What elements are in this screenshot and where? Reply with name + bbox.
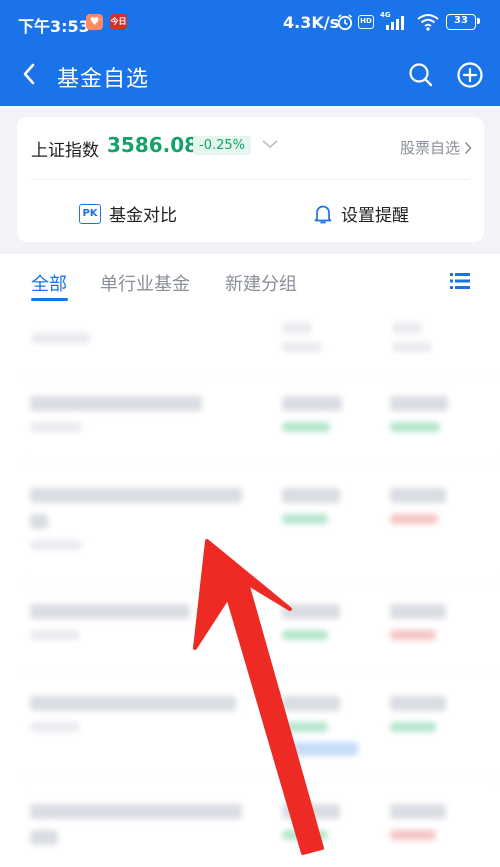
nav-bar: 基金自选 bbox=[0, 44, 500, 106]
index-name[interactable]: 上证指数 bbox=[31, 136, 99, 161]
pk-icon: PK bbox=[79, 203, 101, 224]
health-app-icon: ♥ bbox=[86, 14, 103, 30]
set-alert-label: 设置提醒 bbox=[341, 206, 409, 226]
app-header: 下午3:53 ♥ 今日 4.3K/s HD 4G 33 基金自选 bbox=[0, 0, 500, 106]
battery-icon: 33 bbox=[446, 14, 480, 30]
set-alert-button[interactable]: 设置提醒 bbox=[313, 201, 409, 226]
alarm-icon bbox=[337, 14, 353, 31]
hd-icon: HD bbox=[358, 15, 374, 29]
tab-new-group[interactable]: 新建分组 bbox=[225, 270, 297, 296]
chevron-right-icon bbox=[464, 141, 472, 154]
divider bbox=[31, 179, 470, 180]
search-button[interactable] bbox=[404, 58, 438, 92]
status-bar: 下午3:53 ♥ 今日 4.3K/s HD 4G 33 bbox=[0, 0, 500, 44]
fund-compare-button[interactable]: PK 基金对比 bbox=[79, 201, 177, 226]
bell-icon bbox=[314, 205, 332, 223]
index-value[interactable]: 3586.08 bbox=[107, 133, 198, 157]
tab-all[interactable]: 全部 bbox=[31, 270, 67, 296]
add-fund-button[interactable] bbox=[453, 58, 487, 92]
fund-compare-label: 基金对比 bbox=[109, 206, 177, 226]
cellular-signal-icon bbox=[386, 16, 404, 30]
page-title: 基金自选 bbox=[57, 67, 150, 92]
search-icon bbox=[409, 63, 433, 87]
network-speed: 4.3K/s bbox=[283, 13, 340, 32]
status-time: 下午3:53 bbox=[18, 17, 90, 36]
fund-list-panel: 全部 单行业基金 新建分组 bbox=[0, 254, 500, 867]
index-change-badge: -0.25% bbox=[193, 136, 251, 155]
blurred-fund-list bbox=[0, 314, 500, 867]
market-index-card: 上证指数 3586.08 -0.25% 股票自选 PK 基金对比 设置提醒 bbox=[17, 117, 484, 242]
tab-single-industry-fund[interactable]: 单行业基金 bbox=[100, 270, 190, 296]
news-app-icon: 今日 bbox=[110, 14, 127, 30]
list-menu-icon[interactable] bbox=[449, 271, 471, 291]
stock-watchlist-label: 股票自选 bbox=[399, 139, 460, 157]
active-tab-indicator bbox=[31, 298, 68, 301]
chevron-left-icon bbox=[23, 63, 35, 85]
stock-watchlist-link[interactable]: 股票自选 bbox=[400, 137, 472, 158]
plus-circle-icon bbox=[457, 62, 483, 88]
back-button[interactable] bbox=[12, 57, 46, 91]
wifi-icon bbox=[417, 14, 439, 31]
chevron-down-icon[interactable] bbox=[261, 139, 279, 149]
